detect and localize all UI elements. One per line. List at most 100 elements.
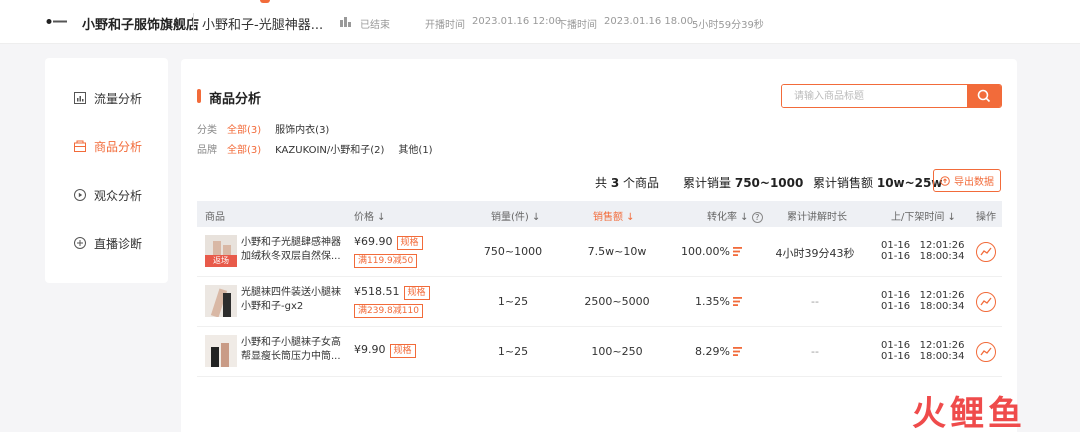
category-option-all[interactable]: 全部(3) [227, 125, 261, 136]
help-icon[interactable]: ? [751, 212, 763, 223]
amount-label: 累计销售额 [813, 176, 874, 190]
brand-option-all[interactable]: 全部(3) [227, 145, 261, 156]
rerun-badge: 返场 [205, 255, 237, 267]
search-box [781, 84, 1002, 108]
sidebar-item-goods[interactable]: 商品分析 [73, 137, 142, 155]
col-volume[interactable]: 销量(件) ↓ [491, 208, 540, 223]
product-name[interactable]: 光腿袜四件装送小腿袜小野和子-gx2 [241, 286, 347, 316]
store-name[interactable]: 小野和子服饰旗舰店 [82, 14, 199, 33]
header-accent [260, 0, 270, 3]
trend-chart-button[interactable] [976, 342, 996, 362]
start-time: 2023.01.16 12:00 [472, 16, 562, 27]
shelf-times: 01-16 12:01:26 01-16 18:00:34 [881, 290, 965, 312]
product-image: 返场 [205, 235, 237, 267]
col-shelf-time[interactable]: 上/下架时间 ↓ [891, 208, 956, 223]
col-price[interactable]: 价格 ↓ [354, 208, 386, 223]
conversion-value: 1.35% [695, 295, 730, 308]
col-price-label: 价格 [354, 212, 374, 223]
spec-button[interactable]: 规格 [389, 344, 416, 358]
table-row[interactable]: 小野和子小腿袜子女高帮显瘦长筒压力中筒... ¥9.90 规格 1~25 100~… [197, 327, 1002, 377]
total-amount: 累计销售额 10w~25w [813, 174, 942, 191]
volume-value: 750~1000 [483, 245, 543, 258]
store-logo-icon [46, 19, 67, 24]
search-icon [977, 89, 991, 103]
category-label: 分类 [197, 125, 217, 136]
top-header: 小野和子服饰旗舰店 小野和子-光腿神器... 已结束 开播时间 2023.01.… [0, 0, 1080, 44]
start-time-label: 开播时间 [425, 20, 465, 31]
product-price: ¥69.90 规格 [354, 235, 423, 250]
play-icon [73, 189, 86, 202]
price-value: ¥518.51 [354, 285, 400, 298]
col-product: 商品 [205, 212, 225, 223]
sidebar-item-label: 观众分析 [94, 188, 143, 203]
table-row[interactable]: 光腿袜四件装送小腿袜小野和子-gx2 ¥518.51 规格 满239.8减110 … [197, 277, 1002, 327]
section-title: 商品分析 [209, 92, 262, 107]
export-label: 导出数据 [954, 177, 994, 188]
trend-bars-icon[interactable] [733, 347, 742, 356]
col-amount-label: 销售额 [593, 212, 623, 223]
header-divider [193, 13, 194, 31]
conversion: 8.29% [695, 345, 742, 358]
amount-value: 7.5w~10w [587, 245, 647, 258]
sidebar-item-label: 商品分析 [94, 139, 143, 154]
total-sales: 累计销量 750~1000 [683, 174, 803, 191]
count-suffix: 个商品 [623, 176, 660, 190]
category-filter: 分类 全部(3) 服饰内衣(3) [197, 121, 343, 136]
amount-value: 100~250 [591, 345, 643, 358]
goods-analysis-panel: 商品分析 分类全部(3) 服饰内衣(3) 品牌全部(3) KAZUKOIN/小野和子… [181, 59, 1017, 432]
trend-line-icon [980, 247, 992, 256]
volume-value: 1~25 [497, 345, 529, 358]
col-amount[interactable]: 销售额 ↓ [593, 208, 635, 223]
search-button[interactable] [967, 85, 1001, 107]
sidebar-item-traffic[interactable]: 流量分析 [73, 89, 142, 107]
category-option[interactable]: 服饰内衣(3) [275, 125, 329, 136]
status-bars-icon [340, 17, 352, 27]
sidebar-item-audience[interactable]: 观众分析 [73, 186, 142, 204]
col-action: 操作 [976, 212, 996, 223]
spec-button[interactable]: 规格 [403, 286, 430, 300]
shelf-times: 01-16 12:01:26 01-16 18:00:34 [881, 340, 965, 362]
trend-bars-icon[interactable] [733, 247, 742, 256]
col-conversion[interactable]: 转化率 ↓ ? [707, 208, 763, 223]
product-name[interactable]: 小野和子小腿袜子女高帮显瘦长筒压力中筒... [241, 336, 347, 366]
chart-icon [73, 92, 86, 105]
count-prefix: 共 [595, 176, 608, 190]
trend-chart-button[interactable] [976, 292, 996, 312]
promo-badge: 满119.9减50 [354, 254, 418, 268]
live-status: 已结束 [360, 20, 390, 31]
live-title: 小野和子-光腿神器... [202, 18, 324, 33]
product-image [205, 335, 237, 367]
section-accent-bar [197, 89, 201, 103]
brand-filter: 品牌 全部(3) KAZUKOIN/小野和子(2) 其他(1) [197, 141, 447, 156]
spec-button[interactable]: 规格 [396, 236, 423, 250]
watermark-logo: 火鲤鱼 [912, 394, 1026, 432]
export-button[interactable]: 导出数据 [933, 169, 1001, 192]
product-name[interactable]: 小野和子光腿肆感神器加绒秋冬双层自然保... [241, 236, 347, 266]
sales-value: 750~1000 [734, 176, 804, 190]
table-row[interactable]: 返场 小野和子光腿肆感神器加绒秋冬双层自然保... ¥69.90 规格 满119.… [197, 227, 1002, 277]
end-time: 2023.01.16 18.00 [604, 16, 694, 27]
goods-icon [73, 140, 86, 153]
live-duration: 5小时59分39秒 [692, 20, 764, 31]
product-image [205, 285, 237, 317]
volume-value: 1~25 [497, 295, 529, 308]
brand-option[interactable]: 其他(1) [398, 145, 432, 156]
table-header: 商品 价格 ↓ 销量(件) ↓ 销售额 ↓ 转化率 ↓ ? 累计讲解时长 上/下… [197, 201, 1002, 227]
sidebar-item-diagnose[interactable]: 直播诊断 [73, 234, 142, 252]
shelf-times: 01-16 12:01:26 01-16 18:00:34 [881, 240, 965, 262]
search-input[interactable] [782, 85, 968, 107]
col-explain: 累计讲解时长 [787, 212, 847, 223]
price-value: ¥9.90 [354, 343, 386, 356]
sidebar: 流量分析 商品分析 观众分析 直播诊断 [45, 58, 168, 283]
end-time-label: 下播时间 [557, 20, 597, 31]
trend-chart-button[interactable] [976, 242, 996, 262]
trend-bars-icon[interactable] [733, 297, 742, 306]
goods-count: 共 3 个商品 [595, 174, 659, 191]
brand-option[interactable]: KAZUKOIN/小野和子(2) [275, 145, 384, 156]
explain-duration: -- [811, 295, 819, 308]
count-value: 3 [610, 176, 620, 190]
trend-line-icon [980, 297, 992, 306]
conversion-value: 8.29% [695, 345, 730, 358]
price-value: ¥69.90 [354, 235, 393, 248]
conversion: 100.00% [681, 245, 742, 258]
